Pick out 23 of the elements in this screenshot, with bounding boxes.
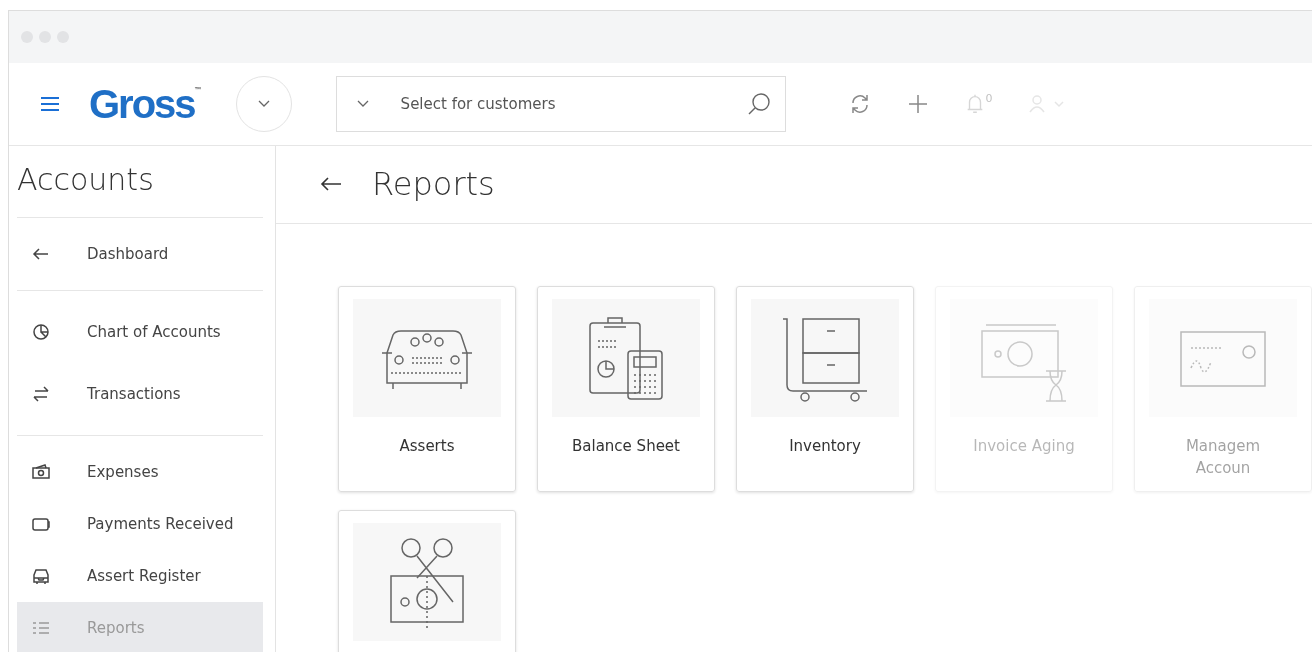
report-card[interactable]: Inventory (736, 285, 914, 492)
menu-icon (41, 97, 59, 111)
car-icon (31, 566, 51, 586)
search-input[interactable]: Select for customers (398, 94, 747, 114)
caret-icon (356, 100, 369, 108)
sidebar-item[interactable]: Dashboard (17, 228, 263, 280)
swap-arrows-icon (31, 384, 51, 404)
sidebar-item[interactable]: Expenses (17, 446, 263, 498)
banknote-icon (31, 462, 51, 482)
sidebar-item[interactable]: Chart of Accounts (17, 301, 263, 363)
sidebar-title: Accounts (17, 146, 263, 218)
caret-icon (257, 100, 270, 108)
search-field[interactable]: Select for customers (335, 76, 786, 132)
pie-chart-icon (31, 322, 51, 342)
back-arrow-icon (320, 177, 342, 192)
report-card[interactable]: Asserts (338, 285, 516, 492)
report-card[interactable]: Balance Sheet (537, 285, 715, 492)
page-title: Reports (372, 165, 495, 204)
sidebar-item[interactable]: Assert Register (17, 550, 263, 602)
search-icon (746, 92, 771, 116)
sidebar-item[interactable]: Transactions (17, 363, 263, 425)
logo: Gross$^{™}$ (89, 81, 202, 127)
sidebar-item[interactable]: Payments Received (17, 498, 263, 550)
